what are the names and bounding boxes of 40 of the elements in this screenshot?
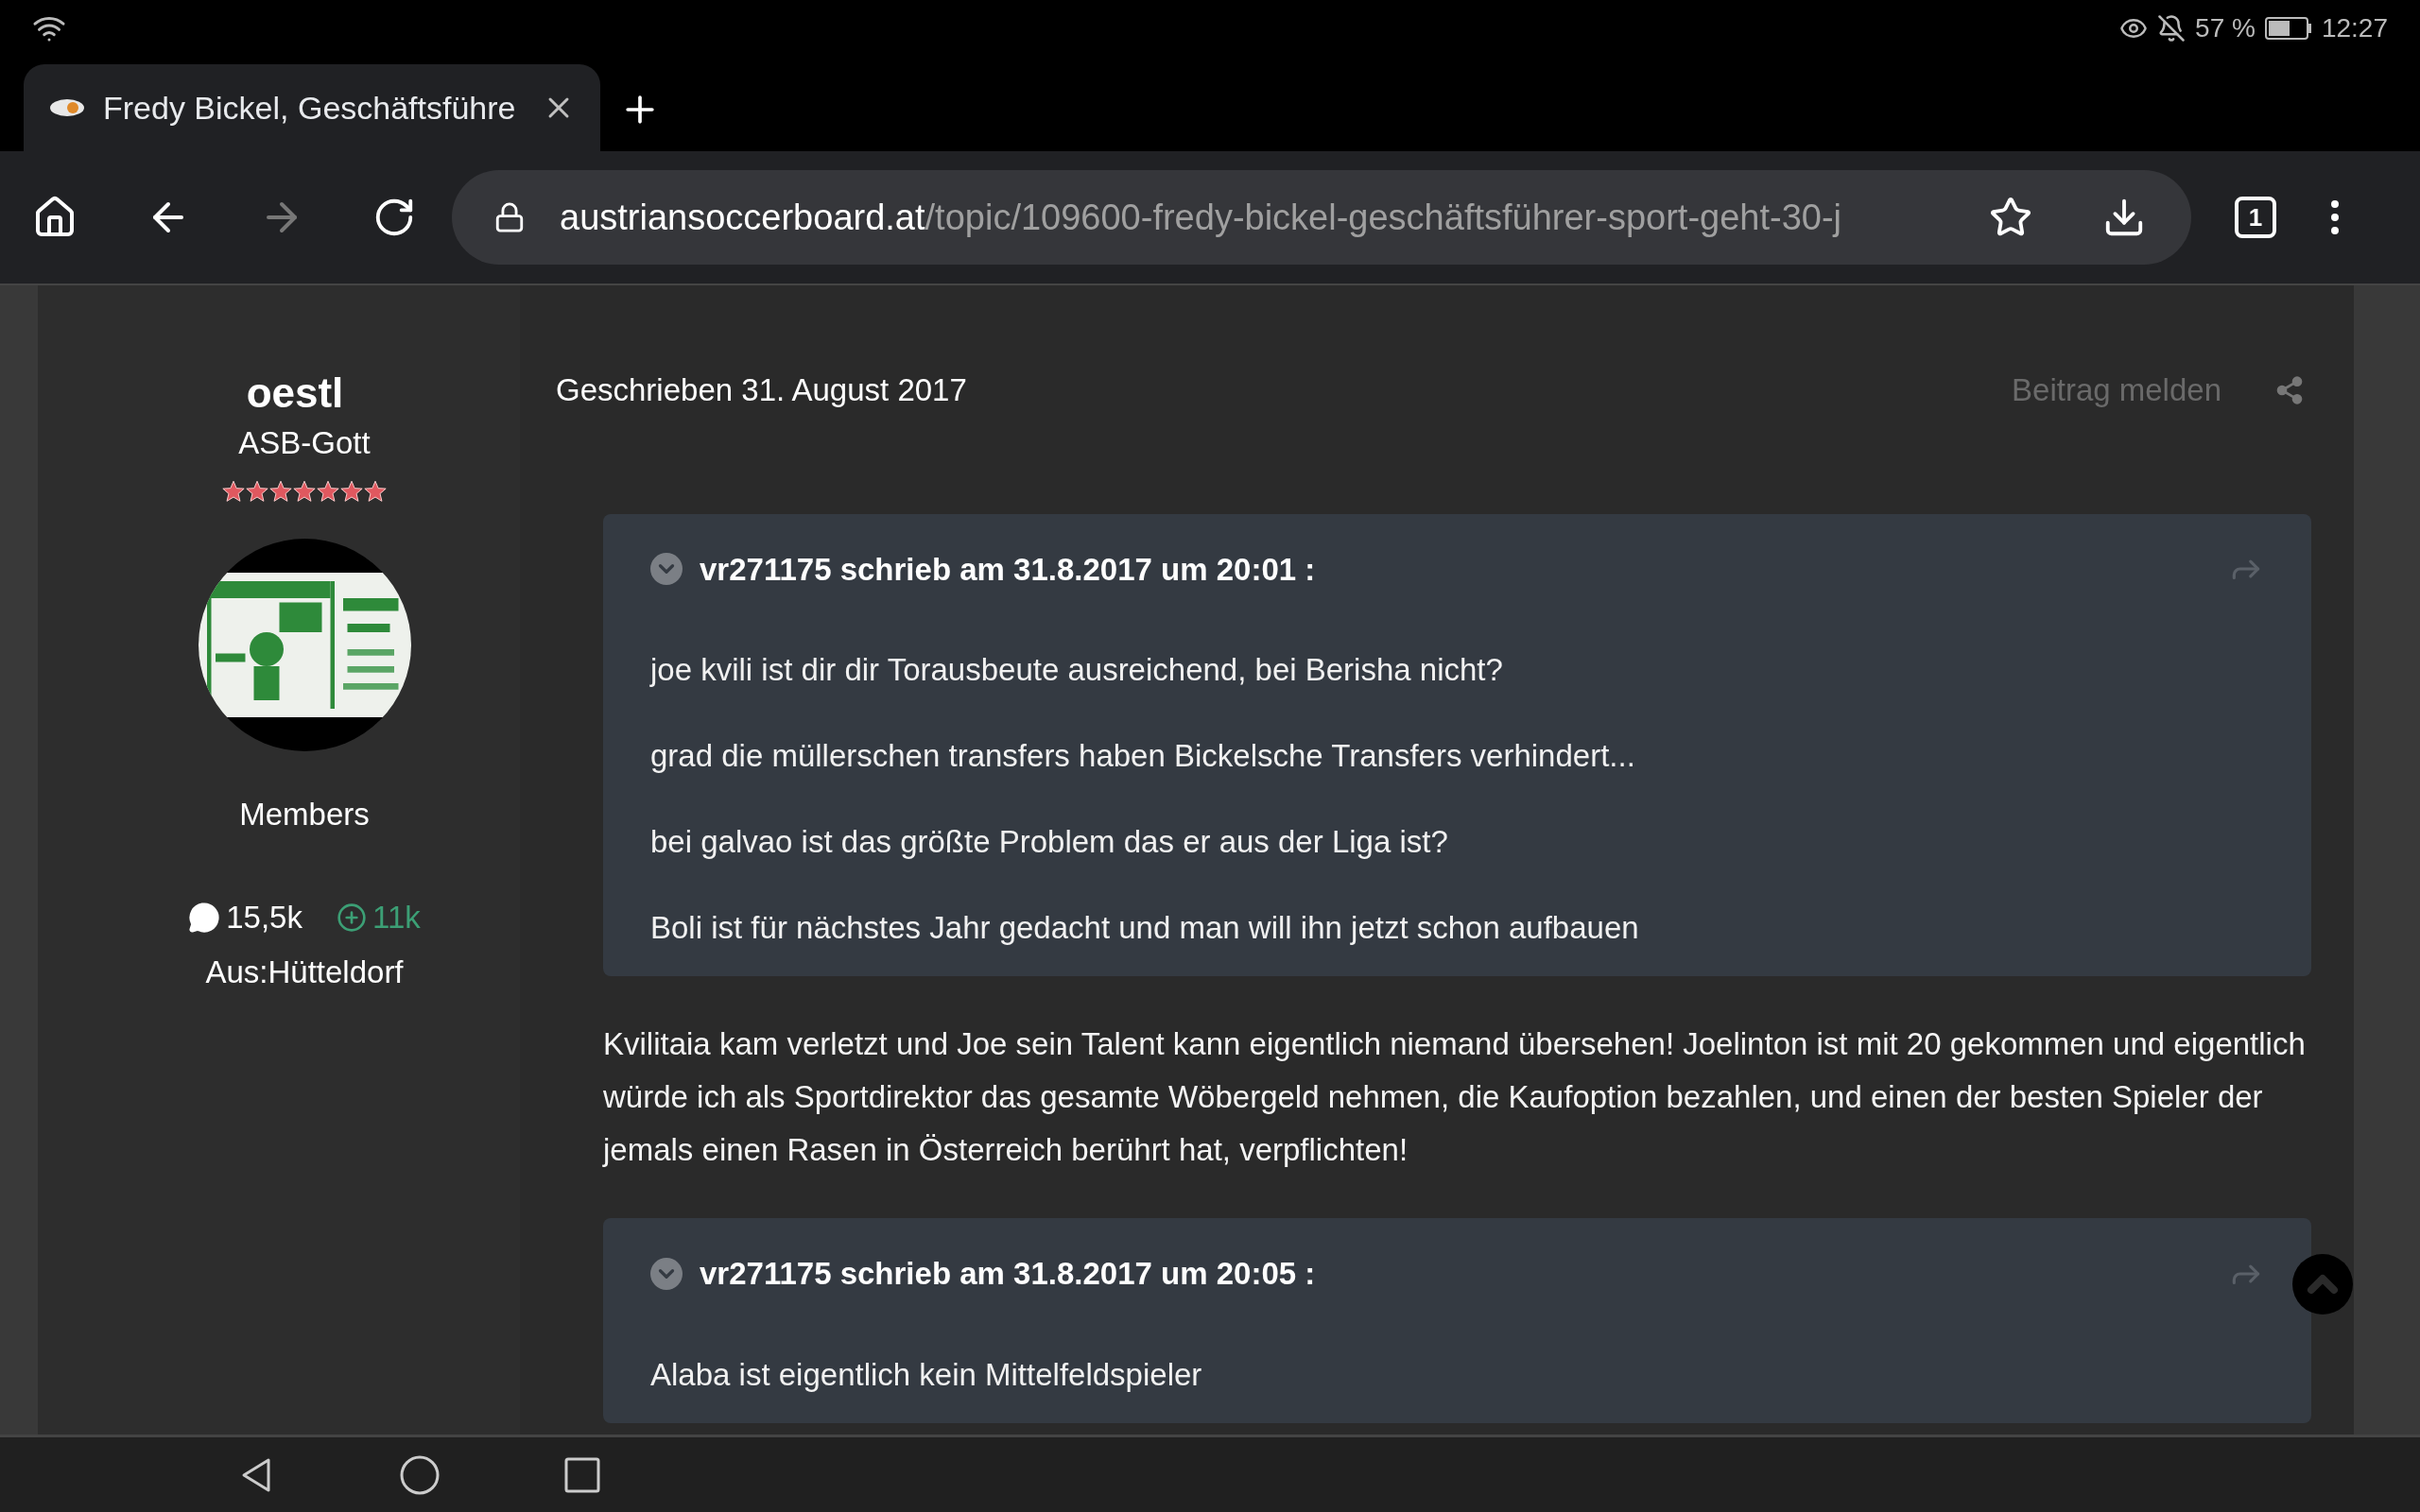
- clock: 12:27: [2321, 12, 2388, 44]
- url-text: austriansoccerboard.at/topic/109600-fredy-bickel-geschäftsführer-sport-geht-30-j: [560, 196, 1843, 239]
- tab-count[interactable]: 1: [2235, 197, 2276, 238]
- site-icon: [48, 96, 86, 119]
- battery-icon: [2264, 17, 2312, 40]
- author-rank: ASB-Gott: [238, 424, 371, 462]
- address-bar[interactable]: austriansoccerboard.at/topic/109600-fredy-bickel-geschäftsführer-sport-geht-30-j: [452, 170, 2191, 265]
- collapse-icon[interactable]: [650, 1257, 683, 1290]
- lock-icon: [493, 201, 526, 233]
- star-icon: [317, 479, 339, 503]
- star-icon: [364, 479, 387, 503]
- post-text: Kvilitaia kam verletzt und Joe sein Talent kann eigentlich niemand übersehen! Joelinton ist mit 20 gekommen und eigentlich würde ich als Sportdirektor das gesamte Wöbergeld nehmen, die Kaufoption bezahlen, und einen der besten Spieler der jemals einen Rasen in Österreich berührt hat, verpflichten!: [603, 1025, 2307, 1169]
- quote-text: bei galvao ist das größte Problem das er aus der Liga ist?: [650, 823, 1449, 861]
- author-location: Aus:Hütteldorf: [205, 953, 404, 991]
- comment-icon: [188, 901, 221, 934]
- star-icon: [293, 479, 316, 503]
- quote-text: Boli ist für nächstes Jahr gedacht und man will ihn jetzt schon aufbauen: [650, 909, 1640, 947]
- collapse-icon[interactable]: [650, 553, 683, 586]
- star-icon: [222, 479, 245, 503]
- battery-text: 57 %: [2195, 12, 2256, 44]
- share-icon[interactable]: [2274, 374, 2305, 405]
- post-date: Geschrieben 31. August 2017: [556, 371, 967, 409]
- quote-header: vr271175 schrieb am 31.8.2017 um 20:01 :: [700, 550, 1316, 589]
- star-icon: [246, 479, 268, 503]
- browser-tab[interactable]: Fredy Bickel, Geschäftsführe: [24, 64, 600, 151]
- tab-title: Fredy Bickel, Geschäftsführe: [103, 88, 517, 128]
- member-group: Members: [239, 790, 370, 837]
- recents-nav-icon[interactable]: [563, 1455, 601, 1494]
- quote-text: Alaba ist eigentlich kein Mittelfeldspieler: [650, 1355, 1203, 1394]
- star-icon: [269, 479, 292, 503]
- post-count: 15,5k: [226, 899, 302, 936]
- reputation-icon: [337, 902, 367, 933]
- home-nav-icon[interactable]: [399, 1453, 441, 1496]
- quote-text: grad die müllerschen transfers haben Bickelsche Transfers verhindert...: [650, 737, 1636, 775]
- quote-header: vr271175 schrieb am 31.8.2017 um 20:05 :: [700, 1255, 1316, 1293]
- quote-text: joe kvili ist dir dir Torausbeute ausreichend, bei Berisha nicht?: [650, 651, 1504, 689]
- bell-off-icon: [2157, 14, 2187, 43]
- star-icon: [340, 479, 363, 503]
- reputation-count: 11k: [372, 899, 421, 936]
- author-name[interactable]: oestl: [246, 369, 344, 418]
